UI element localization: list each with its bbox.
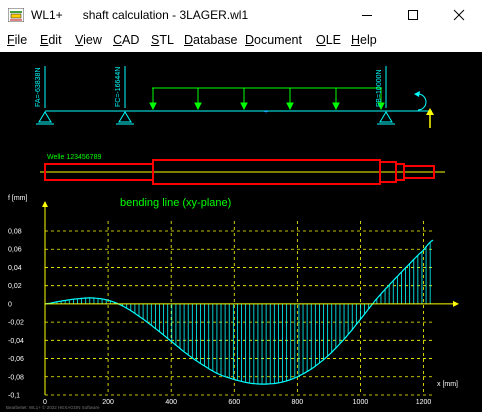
document-name: 3LAGER.wl1 xyxy=(179,8,249,22)
y-tick-label: -0,08 xyxy=(8,374,24,381)
y-axis-arrow xyxy=(42,201,48,207)
menu-cad[interactable]: CAD xyxy=(113,33,139,47)
y-tick-labels: 0,08 0,06 0,04 0,02 0 -0,02 -0,04 -0,06 -0,08 -0,… xyxy=(8,229,24,400)
deflection-hatching xyxy=(48,242,431,385)
y-tick-label: 0,08 xyxy=(8,229,22,236)
y-tick-label: 0,04 xyxy=(8,265,22,272)
support-label-fa: FA=-63838N xyxy=(35,68,42,108)
x-tick-label: 400 xyxy=(165,399,177,406)
drawing-svg: FA=-63838N FC=-16644N FB=10000N + Welle … xyxy=(6,66,459,410)
menu-stl[interactable]: STL xyxy=(151,33,174,47)
menu-edit[interactable]: Edit xyxy=(40,33,62,47)
menu-database[interactable]: Database xyxy=(184,33,238,47)
menu-document[interactable]: Document xyxy=(245,33,302,47)
y-tick-label: 0,02 xyxy=(8,283,22,290)
bending-line-chart: 0 200 400 600 800 1000 1200 0,08 0,06 0,04 0,02 0 -… xyxy=(8,195,459,406)
y-tick-label: 0,06 xyxy=(8,247,22,254)
menu-ole[interactable]: OLE xyxy=(316,33,341,47)
x-tick-label: 800 xyxy=(292,399,304,406)
menu-help[interactable]: Help xyxy=(351,33,377,47)
load-arrows xyxy=(149,88,385,111)
y-tick-label: -0,04 xyxy=(8,338,24,345)
close-icon xyxy=(453,9,465,21)
x-tick-labels: 0 200 400 600 800 1000 1200 xyxy=(43,399,431,406)
minimize-icon xyxy=(362,15,372,16)
support-label-fc: FC=-16644N xyxy=(115,67,122,107)
y-tick-label: -0,06 xyxy=(8,356,24,363)
menu-file[interactable]: File xyxy=(7,33,27,47)
shaft-model: FA=-63838N FC=-16644N FB=10000N + xyxy=(35,66,434,128)
midpoint-marker: + xyxy=(264,109,268,116)
y-tick-label: -0,1 xyxy=(8,393,20,400)
window-title: WL1+ shaft calculation - 3LAGER.wl1 xyxy=(31,8,249,22)
close-button[interactable] xyxy=(436,0,482,30)
x-tick-label: 1000 xyxy=(353,399,369,406)
shaft-geometry: Welle 123456789 xyxy=(40,154,445,185)
app-icon xyxy=(8,8,24,22)
x-axis-arrow xyxy=(453,300,459,307)
chart-title: bending line (xy-plane) xyxy=(120,197,231,209)
y-tick-label: 0 xyxy=(8,301,12,308)
support-label-fb: FB=10000N xyxy=(376,69,383,107)
torque-icon xyxy=(414,91,434,128)
bending-line-curve xyxy=(44,239,434,385)
app-window: WL1+ shaft calculation - 3LAGER.wl1 File… xyxy=(0,0,482,412)
footer-text: Bearbeitet: WL1+ © 2022 HEXAGON Software xyxy=(6,404,100,410)
maximize-icon xyxy=(408,10,418,20)
x-tick-label: 1200 xyxy=(416,399,432,406)
app-name: WL1+ xyxy=(31,8,63,22)
title-bar[interactable]: WL1+ shaft calculation - 3LAGER.wl1 xyxy=(0,0,482,30)
x-tick-label: 200 xyxy=(102,399,114,406)
maximize-button[interactable] xyxy=(390,0,436,30)
menu-view[interactable]: View xyxy=(75,33,102,47)
shaft-name-label: Welle 123456789 xyxy=(47,154,101,161)
x-axis-label: x [mm] xyxy=(437,381,458,388)
y-tick-label: -0,02 xyxy=(8,320,24,327)
x-tick-label: 600 xyxy=(228,399,240,406)
chart-grid xyxy=(45,221,433,396)
menu-bar: File Edit View CAD STL Database Document… xyxy=(0,31,482,50)
drawing-canvas[interactable]: FA=-63838N FC=-16644N FB=10000N + Welle … xyxy=(0,52,482,412)
window-subtitle: shaft calculation xyxy=(82,8,169,22)
y-axis-label: f [mm] xyxy=(8,195,27,202)
minimize-button[interactable] xyxy=(344,0,390,30)
